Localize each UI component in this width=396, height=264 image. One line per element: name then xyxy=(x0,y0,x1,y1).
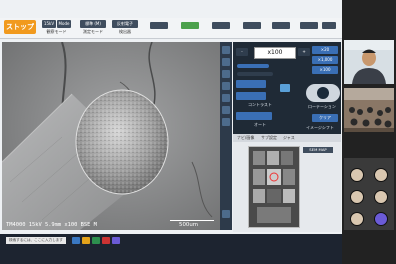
auto-label: オート xyxy=(254,122,266,127)
toolbar-icon-2[interactable] xyxy=(181,22,199,29)
image-shift-label: イメージシフト xyxy=(306,125,334,130)
toolbar-icon-5[interactable] xyxy=(272,22,290,29)
title-bar xyxy=(0,0,342,18)
clear-button[interactable]: クリア xyxy=(312,114,338,122)
navigation-map-image xyxy=(249,147,299,227)
sem-image-viewer[interactable]: TM4000 15kV 5.9mm x100 BSE M 500um xyxy=(2,42,220,230)
mag-preset-3[interactable]: ×100 xyxy=(312,66,338,74)
participant-avatar-4[interactable] xyxy=(374,190,388,204)
detector-label: 検出器 xyxy=(119,29,131,34)
more-participants-button[interactable] xyxy=(374,212,388,226)
mag-preset-2[interactable]: ×1,000 xyxy=(312,56,338,64)
auto-button[interactable] xyxy=(236,112,272,120)
zoom-tool-icon[interactable] xyxy=(222,58,230,66)
sem-app-window: ストップ 15kV Mode 2 観察モード 標準 (M) 測定モード 反射電子… xyxy=(0,0,342,234)
navigation-map[interactable] xyxy=(248,146,300,228)
focus-slider[interactable] xyxy=(237,72,273,76)
toolbar-icon-6[interactable] xyxy=(300,22,318,29)
mag-minus-button[interactable]: - xyxy=(236,48,248,56)
taskbar-app-icon-1[interactable] xyxy=(72,237,80,244)
taskbar-app-icon-4[interactable] xyxy=(102,237,110,244)
rotation-dial[interactable] xyxy=(306,84,340,102)
sem-map-button[interactable]: SEM MAP xyxy=(303,147,333,153)
measure-tool-icon[interactable] xyxy=(222,70,230,78)
taskbar-search[interactable]: 検索するには、ここに入力します xyxy=(6,237,66,244)
presenter-video xyxy=(344,40,394,84)
magnification-display[interactable]: x100 xyxy=(254,47,296,59)
taskbar-app-icon-5[interactable] xyxy=(112,237,120,244)
stop-button[interactable]: ストップ xyxy=(4,20,36,34)
mag-slider[interactable] xyxy=(237,64,269,68)
detector-button[interactable]: 反射電子 xyxy=(112,20,138,28)
toolbar-icon-3[interactable] xyxy=(212,22,230,29)
contrast-control[interactable] xyxy=(236,92,266,100)
toolbar-icon-4[interactable] xyxy=(243,22,261,29)
nav-tab-bar: ナビ/画像 サブ設定 ジャス xyxy=(233,134,341,142)
taskbar-app-icon-2[interactable] xyxy=(82,237,90,244)
mag-preset-1[interactable]: ×20 xyxy=(312,46,338,54)
expand-tool-icon[interactable] xyxy=(222,210,230,218)
focus-tool-icon[interactable] xyxy=(222,82,230,90)
brightness-control[interactable] xyxy=(236,80,266,88)
measure-mode-label: 測定モード xyxy=(83,29,103,34)
brightness-tool-icon[interactable] xyxy=(222,94,230,102)
sem-image xyxy=(2,42,220,230)
auto-contrast-toggle[interactable] xyxy=(280,84,290,92)
rotate-tool-icon[interactable] xyxy=(222,118,230,126)
participant-avatar-5[interactable] xyxy=(350,212,364,226)
cursor-tool-icon[interactable] xyxy=(222,46,230,54)
taskbar-app-icon-3[interactable] xyxy=(92,237,100,244)
tab-nav-image[interactable]: ナビ/画像 xyxy=(237,135,254,141)
audience-video xyxy=(344,88,394,132)
contrast-tool-icon[interactable] xyxy=(222,106,230,114)
toolbar-icon-7[interactable] xyxy=(322,22,336,29)
vertical-tool-strip xyxy=(220,42,232,230)
sem-info-text: TM4000 15kV 5.9mm x100 BSE M xyxy=(6,222,97,228)
participant-avatar-1[interactable] xyxy=(350,168,364,182)
contrast-label: コントラスト xyxy=(248,102,272,107)
rotation-label: ローテーション xyxy=(308,104,336,109)
participant-avatar-2[interactable] xyxy=(374,168,388,182)
toolbar-icon-1[interactable] xyxy=(150,22,168,29)
observation-mode-label: 観察モード xyxy=(46,29,67,34)
standard-button[interactable]: 標準 (M) xyxy=(80,20,106,28)
presenter-video-image xyxy=(344,40,394,84)
participant-avatar-3[interactable] xyxy=(350,190,364,204)
audience-video-image xyxy=(344,88,394,132)
main-toolbar: ストップ 15kV Mode 2 観察モード 標準 (M) 測定モード 反射電子… xyxy=(0,18,342,39)
mode-button[interactable]: Mode 2 xyxy=(57,20,71,34)
voltage-button[interactable]: 15kV xyxy=(42,20,56,28)
scale-bar xyxy=(170,220,214,221)
scale-label: 500um xyxy=(179,222,198,228)
mag-plus-button[interactable]: + xyxy=(298,48,310,56)
tab-jas[interactable]: ジャス xyxy=(283,135,295,141)
rotation-knob xyxy=(317,87,329,99)
tab-sub-settings[interactable]: サブ設定 xyxy=(261,135,277,141)
